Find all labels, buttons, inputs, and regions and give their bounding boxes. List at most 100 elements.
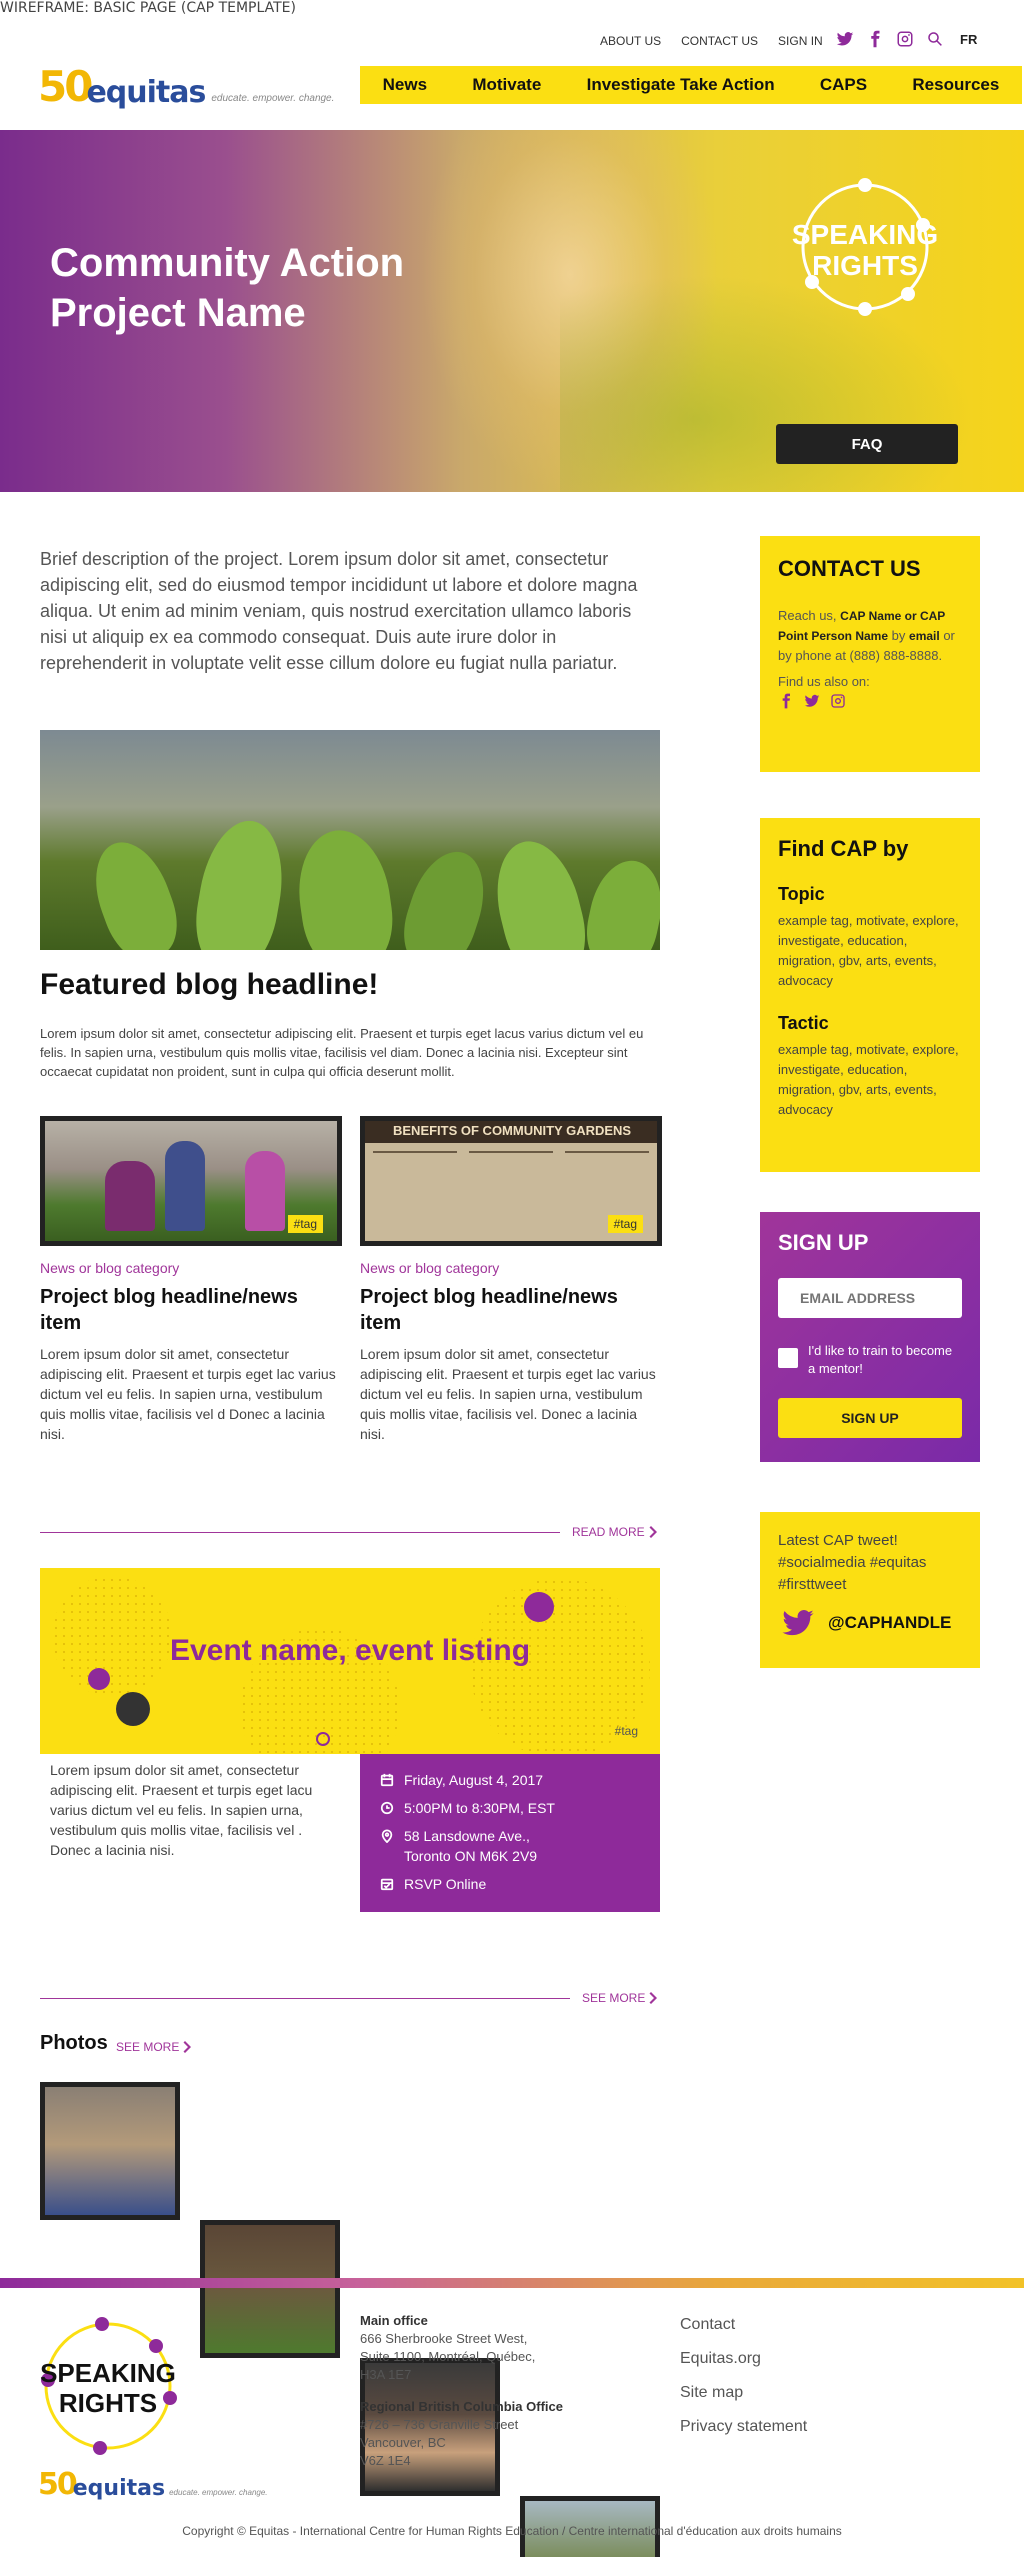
main-office-heading: Main office xyxy=(360,2313,428,2328)
footer-badge-line2: RIGHTS xyxy=(59,2388,157,2418)
footer-link-sitemap[interactable]: Site map xyxy=(680,2376,807,2410)
twitter-bird-icon xyxy=(782,1610,814,1636)
find-cap-box: Find CAP by Topic example tag, motivate,… xyxy=(760,818,980,1172)
search-icon[interactable] xyxy=(926,30,944,48)
blog-card-image[interactable]: BENEFITS OF COMMUNITY GARDENS #tag xyxy=(360,1116,662,1246)
chevron-right-icon xyxy=(649,1992,658,2004)
event-rsvp[interactable]: RSVP Online xyxy=(380,1874,640,1894)
find-us-label: Find us also on: xyxy=(778,674,870,689)
tweet-text: Latest CAP tweet! #socialmedia #equitas … xyxy=(778,1532,927,1593)
blog-card[interactable]: #tag News or blog category Project blog … xyxy=(40,1116,342,1444)
footer-link-equitas[interactable]: Equitas.org xyxy=(680,2342,807,2376)
event-date-text: Friday, August 4, 2017 xyxy=(404,1772,544,1788)
wireframe-label: WIREFRAME: BASIC PAGE (CAP TEMPLATE) xyxy=(0,0,296,16)
footer-logo-fifty: 50 xyxy=(38,2467,78,2502)
footer-link-privacy[interactable]: Privacy statement xyxy=(680,2410,807,2444)
social-links-header: FR xyxy=(836,30,977,48)
event-tag[interactable]: #tag xyxy=(615,1724,638,1738)
footer-logo-wordmark: equitas xyxy=(72,2476,166,2501)
see-more-link[interactable]: SEE MORE xyxy=(582,1991,659,2005)
facebook-icon[interactable] xyxy=(778,693,794,709)
location-pin-icon xyxy=(381,1829,393,1843)
twitter-handle-text: @CAPHANDLE xyxy=(828,1613,952,1632)
event-address: 58 Lansdowne Ave., Toronto ON M6K 2V9 xyxy=(404,1828,538,1864)
photos-heading: Photos xyxy=(40,2032,108,2054)
footer-equitas-logo[interactable]: 50 equitas educate. empower. change. xyxy=(38,2470,268,2500)
main-nav: News Motivate Investigate Take Action CA… xyxy=(360,66,1022,104)
event-details: Friday, August 4, 2017 5:00PM to 8:30PM,… xyxy=(360,1754,660,1912)
language-toggle[interactable]: FR xyxy=(960,32,977,47)
speaking-rights-badge: SPEAKING RIGHTS xyxy=(792,178,938,316)
badge-text-line1: SPEAKING xyxy=(792,219,938,250)
bc-office-heading: Regional British Columbia Office xyxy=(360,2399,563,2414)
email-input[interactable] xyxy=(778,1278,962,1318)
divider xyxy=(40,1532,560,1533)
featured-blog-image[interactable] xyxy=(40,730,660,950)
twitter-icon[interactable] xyxy=(804,693,820,709)
contact-us-box: CONTACT US Reach us, CAP Name or CAP Poi… xyxy=(760,536,980,772)
chevron-right-icon xyxy=(649,1526,657,1538)
photo-thumbnail[interactable] xyxy=(200,2220,340,2358)
footer-logo-tagline: educate. empower. change. xyxy=(169,2488,268,2497)
sign-in-link[interactable]: SIGN IN xyxy=(778,34,823,48)
calendar-icon xyxy=(380,1773,394,1787)
read-more-link[interactable]: READ MORE xyxy=(572,1525,659,1539)
bc-office-address: Regional British Columbia Office #726 – … xyxy=(360,2399,563,2468)
blog-card[interactable]: BENEFITS OF COMMUNITY GARDENS #tag News … xyxy=(360,1116,662,1444)
contact-us-title: CONTACT US xyxy=(778,556,921,581)
copyright: Copyright © Equitas - International Cent… xyxy=(182,2524,842,2538)
featured-blog-text: Lorem ipsum dolor sit amet, consectetur … xyxy=(40,1026,644,1079)
email-link[interactable]: email xyxy=(909,629,940,643)
about-us-link[interactable]: ABOUT US xyxy=(600,34,661,48)
contact-social-links xyxy=(778,693,962,709)
footer-badge-line1: SPEAKING xyxy=(40,2358,176,2388)
tactic-tags[interactable]: example tag, motivate, explore, investig… xyxy=(778,1040,962,1120)
card-tag[interactable]: #tag xyxy=(607,1215,643,1233)
event-time-text: 5:00PM to 8:30PM, EST xyxy=(404,1800,555,1816)
event-date: Friday, August 4, 2017 xyxy=(380,1770,640,1790)
contact-us-link[interactable]: CONTACT US xyxy=(681,34,758,48)
blog-card-image[interactable]: #tag xyxy=(40,1116,342,1246)
event-name[interactable]: Event name, event listing xyxy=(40,1634,660,1668)
faq-button[interactable]: FAQ xyxy=(776,424,958,464)
project-description: Brief description of the project. Lorem … xyxy=(40,549,638,673)
sign-up-button[interactable]: SIGN UP xyxy=(778,1398,962,1438)
equitas-logo[interactable]: 50 equitas educate. empower. change. xyxy=(38,66,334,108)
card-category[interactable]: News or blog category xyxy=(40,1260,342,1276)
card-tag[interactable]: #tag xyxy=(287,1215,323,1233)
card-headline[interactable]: Project blog headline/news item xyxy=(40,1284,342,1336)
mentor-checkbox[interactable] xyxy=(778,1348,798,1368)
nav-news[interactable]: News xyxy=(383,75,427,95)
contact-us-text: Reach us, CAP Name or CAP Point Person N… xyxy=(778,608,955,663)
photos-see-more-link[interactable]: SEE MORE xyxy=(116,2040,193,2054)
footer-link-contact[interactable]: Contact xyxy=(680,2308,807,2342)
nav-caps[interactable]: CAPS xyxy=(820,75,867,95)
instagram-icon[interactable] xyxy=(830,693,846,709)
nav-motivate[interactable]: Motivate xyxy=(472,75,541,95)
find-cap-title: Find CAP by xyxy=(778,836,909,861)
featured-blog-headline[interactable]: Featured blog headline! xyxy=(40,968,378,1002)
nav-investigate[interactable]: Investigate Take Action xyxy=(587,75,775,95)
mentor-checkbox-row[interactable]: I'd like to train to become a mentor! xyxy=(778,1342,962,1378)
rsvp-link[interactable]: RSVP Online xyxy=(404,1874,486,1894)
topic-tags[interactable]: example tag, motivate, explore, investig… xyxy=(778,911,962,991)
utility-nav: ABOUT US CONTACT US SIGN IN xyxy=(600,34,823,48)
twitter-handle[interactable]: @CAPHANDLE xyxy=(778,1606,962,1640)
event-banner[interactable]: Event name, event listing #tag xyxy=(40,1568,660,1754)
see-more-label: SEE MORE xyxy=(582,1991,646,2005)
photos-see-more-label: SEE MORE xyxy=(116,2040,180,2054)
project-title: Community Action Project Name xyxy=(50,238,470,338)
card-headline[interactable]: Project blog headline/news item xyxy=(360,1284,662,1336)
card-text: Lorem ipsum dolor sit amet, consectetur … xyxy=(360,1346,656,1442)
card-category[interactable]: News or blog category xyxy=(360,1260,662,1276)
instagram-icon[interactable] xyxy=(896,30,914,48)
divider xyxy=(40,1998,570,1999)
twitter-icon[interactable] xyxy=(836,30,854,48)
logo-wordmark: equitas xyxy=(86,75,206,110)
photo-thumbnail[interactable] xyxy=(40,2082,180,2220)
nav-resources[interactable]: Resources xyxy=(912,75,999,95)
event-location: 58 Lansdowne Ave., Toronto ON M6K 2V9 xyxy=(380,1826,640,1866)
facebook-icon[interactable] xyxy=(866,30,884,48)
footer-gradient-bar xyxy=(0,2278,1024,2288)
page: { "wireframe_label": "WIREFRAME: BASIC P… xyxy=(0,0,1024,2557)
